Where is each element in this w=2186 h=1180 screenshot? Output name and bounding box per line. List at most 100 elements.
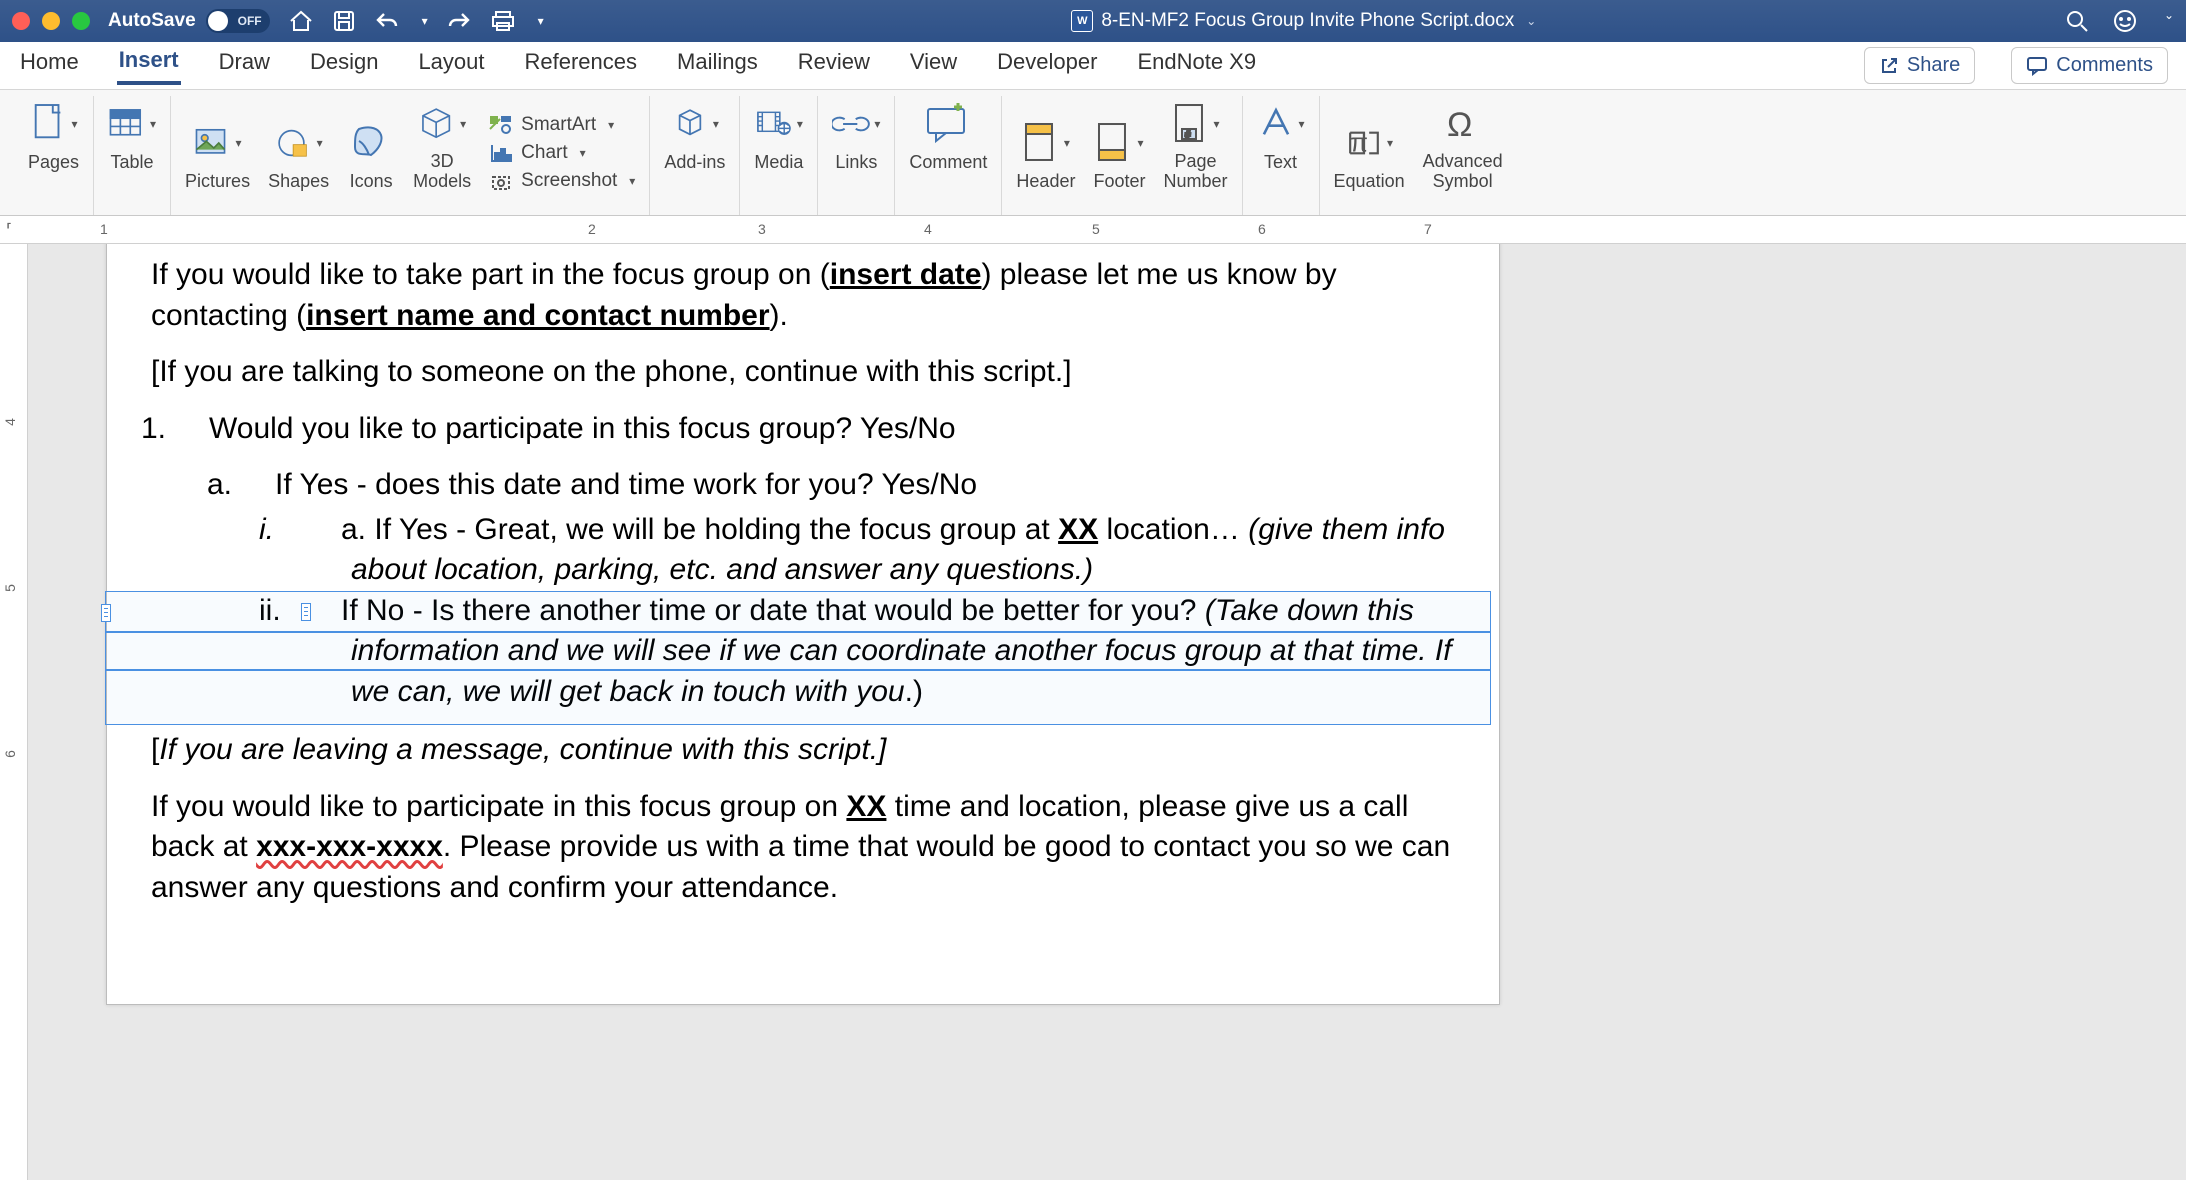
filename-dropdown-icon[interactable]: ⌄ [1526,14,1536,28]
page: If you would like to take part in the fo… [106,244,1500,1005]
3d-models-button[interactable]: ▾ 3D Models [413,100,471,192]
autosave-toggle[interactable]: OFF [206,9,270,33]
group-headerfooter: ▾ Header ▾ Footer #▾ Page Number [1002,96,1242,215]
redo-icon[interactable] [446,10,472,32]
pictures-icon: ▾ [194,119,242,167]
tab-developer[interactable]: Developer [995,49,1099,83]
footer-button[interactable]: ▾ Footer [1093,119,1145,192]
horizontal-ruler[interactable]: ⸢ 1 2 3 4 5 6 7 [0,216,2186,244]
search-icon[interactable] [2064,8,2090,34]
paragraph[interactable]: If you would like to participate in this… [151,787,1455,909]
comment-icon [2026,56,2048,76]
document-body[interactable]: If you would like to take part in the fo… [107,255,1499,908]
selection-handle[interactable] [301,603,311,621]
text-button[interactable]: ▾ Text [1257,100,1305,173]
addins-label: Add-ins [664,152,725,173]
chart-icon [489,143,513,163]
smartart-icon [489,115,513,135]
shapes-label: Shapes [268,171,329,192]
document-area[interactable]: If you would like to take part in the fo… [28,244,2186,1180]
feedback-icon[interactable] [2112,8,2138,34]
pictures-button[interactable]: ▾ Pictures [185,119,250,192]
tab-home[interactable]: Home [18,49,81,83]
group-text: ▾ Text [1243,96,1320,215]
smartart-button[interactable]: SmartArt▾ [489,114,614,136]
addins-icon: ▾ [671,100,719,148]
paragraph[interactable]: If you would like to take part in the fo… [151,255,1455,336]
text-icon: ▾ [1257,100,1305,148]
tab-stop-icon[interactable]: ⸢ [6,220,12,240]
autosave-label: AutoSave [108,10,196,32]
maximize-window-icon[interactable] [72,12,90,30]
feedback-dropdown-icon[interactable]: ⌄ [2164,8,2174,34]
symbol-button[interactable]: Ω Advanced Symbol [1423,100,1503,192]
tab-insert[interactable]: Insert [117,47,181,85]
media-button[interactable]: ▾ Media [754,100,803,173]
media-icon: ▾ [755,100,803,148]
tab-design[interactable]: Design [308,49,380,83]
selection-box [105,591,1491,633]
minimize-window-icon[interactable] [42,12,60,30]
group-comment: Comment [895,96,1002,215]
symbol-label: Advanced Symbol [1423,152,1503,192]
comment-button[interactable]: Comment [909,100,987,173]
save-icon[interactable] [332,9,356,33]
tab-view[interactable]: View [908,49,959,83]
table-label: Table [111,152,154,173]
ruler-mark: 3 [758,221,766,237]
pictures-label: Pictures [185,171,250,192]
group-links: ▾ Links [818,96,895,215]
links-button[interactable]: ▾ Links [832,100,880,173]
shapes-button[interactable]: ▾ Shapes [268,119,329,192]
equation-button[interactable]: π▾ Equation [1334,119,1405,192]
tab-draw[interactable]: Draw [217,49,272,83]
tab-review[interactable]: Review [796,49,872,83]
shapes-icon: ▾ [275,119,323,167]
page-number-icon: #▾ [1172,100,1220,148]
share-button[interactable]: Share [1864,47,1975,84]
list-item[interactable]: a.If Yes - does this date and time work … [151,465,1455,506]
comments-button[interactable]: Comments [2011,47,2168,84]
svg-text:Ω: Ω [1447,106,1472,144]
close-window-icon[interactable] [12,12,30,30]
filename-label: 8-EN-MF2 Focus Group Invite Phone Script… [1101,10,1514,32]
ruler-mark: 7 [1424,221,1432,237]
comment-label: Comment [909,152,987,173]
home-icon[interactable] [288,9,314,33]
selection-handle[interactable] [101,604,111,622]
icons-button[interactable]: Icons [347,119,395,192]
ruler-mark: 6 [2,750,18,758]
ruler-mark: 2 [588,221,596,237]
list-item[interactable]: i.a. If Yes - Great, we will be holding … [151,510,1455,591]
share-label: Share [1907,54,1960,77]
list-marker: i. [305,510,341,551]
pages-button[interactable]: ▾ Pages [28,100,79,173]
text-run: If you would like to participate in this… [151,790,846,823]
text-run: ). [770,299,788,332]
header-button[interactable]: ▾ Header [1016,119,1075,192]
svg-text:#: # [1185,130,1191,141]
screenshot-button[interactable]: Screenshot▾ [489,170,635,192]
header-label: Header [1016,171,1075,192]
tab-references[interactable]: References [523,49,640,83]
chart-button[interactable]: Chart▾ [489,142,586,164]
table-button[interactable]: ▾ Table [108,100,156,173]
vertical-ruler[interactable]: 4 5 6 [0,244,28,1180]
comment-bubble-icon [924,100,972,148]
paragraph[interactable]: [If you are leaving a message, continue … [151,730,1455,771]
addins-button[interactable]: ▾ Add-ins [664,100,725,173]
pages-icon: ▾ [30,100,78,148]
print-icon[interactable] [490,9,516,33]
text-run: XX [1058,513,1098,546]
paragraph[interactable]: [If you are talking to someone on the ph… [151,352,1455,393]
undo-dropdown-icon[interactable]: ▾ [422,14,428,28]
tab-layout[interactable]: Layout [416,49,486,83]
tab-endnote[interactable]: EndNote X9 [1135,49,1258,83]
undo-icon[interactable] [374,10,400,32]
tab-mailings[interactable]: Mailings [675,49,760,83]
ruler-mark: 6 [1258,221,1266,237]
list-item[interactable]: 1.Would you like to participate in this … [151,409,1455,450]
screenshot-label: Screenshot [521,170,617,192]
page-number-button[interactable]: #▾ Page Number [1164,100,1228,192]
equation-icon: π▾ [1345,119,1393,167]
